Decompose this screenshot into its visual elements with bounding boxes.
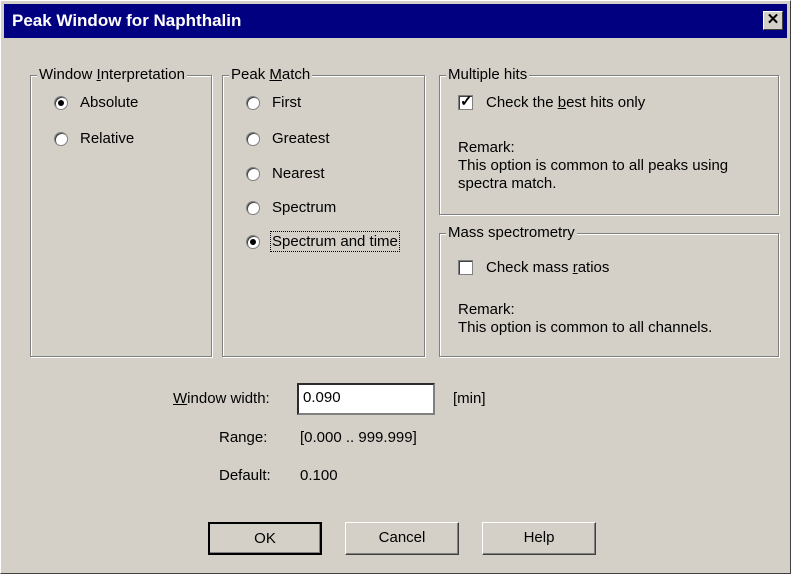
window-title: Peak Window for Naphthalin [12, 11, 242, 30]
best-hits-checkbox[interactable]: ✓ Check the best hits only [458, 93, 646, 111]
cancel-button[interactable]: Cancel [345, 522, 459, 555]
checkmark-icon: ✓ [460, 93, 473, 110]
multiple-hits-remark: Remark: This option is common to all pea… [458, 139, 728, 193]
radio-nearest[interactable]: Nearest [246, 165, 325, 182]
best-hits-checkbox-label: Check the best hits only [486, 94, 646, 111]
multiple-hits-label: Multiple hits [446, 66, 530, 83]
radio-spectrum-label: Spectrum [272, 199, 337, 216]
window-width-label: Window width: [173, 390, 270, 407]
peak-match-label: Peak Match [229, 66, 313, 83]
radio-first[interactable]: First [246, 94, 301, 111]
mass-spectrometry-remark-line1: This option is common to all channels. [458, 319, 713, 336]
radio-absolute[interactable]: Absolute [54, 94, 138, 111]
radio-absolute-label: Absolute [80, 94, 139, 111]
peak-match-group: Peak Match [222, 66, 425, 357]
mass-spectrometry-label: Mass spectrometry [446, 224, 577, 241]
window-interpretation-group: Window Interpretation [30, 66, 212, 357]
radio-first-control[interactable] [246, 95, 260, 110]
multiple-hits-remark-line1: This option is common to all peaks using [458, 157, 729, 174]
range-value: [0.000 .. 999.999] [300, 429, 417, 446]
radio-spectrum-and-time-label: Spectrum and time [270, 231, 400, 252]
multiple-hits-remark-title: Remark: [458, 139, 515, 156]
mass-spectrometry-remark: Remark: This option is common to all cha… [458, 301, 712, 337]
default-label: Default: [219, 467, 271, 484]
ok-button[interactable]: OK [208, 522, 322, 555]
range-label: Range: [219, 429, 268, 446]
mass-ratios-checkbox[interactable]: Check mass ratios [458, 259, 609, 276]
default-value: 0.100 [300, 467, 338, 484]
radio-first-label: First [272, 94, 302, 111]
radio-absolute-control[interactable] [54, 95, 68, 110]
help-button[interactable]: Help [482, 522, 596, 555]
radio-relative-label: Relative [80, 130, 135, 147]
radio-spectrum[interactable]: Spectrum [246, 199, 336, 216]
radio-nearest-label: Nearest [272, 165, 325, 182]
mass-ratios-checkbox-box[interactable] [458, 260, 473, 275]
radio-spectrum-and-time[interactable]: Spectrum and time [246, 231, 400, 252]
radio-greatest-control[interactable] [246, 131, 260, 146]
best-hits-checkbox-box[interactable]: ✓ [458, 93, 473, 110]
mass-ratios-checkbox-label: Check mass ratios [486, 259, 610, 276]
close-icon: ✕ [766, 11, 780, 28]
radio-nearest-control[interactable] [246, 166, 260, 181]
mass-spectrometry-remark-title: Remark: [458, 301, 515, 318]
radio-greatest-label: Greatest [272, 130, 330, 147]
window-interpretation-label: Window Interpretation [37, 66, 187, 83]
radio-relative[interactable]: Relative [54, 130, 134, 147]
close-button[interactable]: ✕ [763, 11, 783, 30]
window-width-input[interactable]: 0.090 [297, 383, 435, 415]
radio-spectrum-and-time-control[interactable] [246, 234, 260, 249]
title-bar[interactable]: Peak Window for Naphthalin ✕ [4, 4, 787, 38]
dialog-window: Peak Window for Naphthalin ✕ Window Inte… [0, 0, 791, 574]
window-width-unit: [min] [453, 390, 486, 407]
mass-spectrometry-group: Mass spectrometry [439, 224, 779, 357]
radio-greatest[interactable]: Greatest [246, 130, 330, 147]
radio-spectrum-control[interactable] [246, 200, 260, 215]
radio-relative-control[interactable] [54, 131, 68, 146]
multiple-hits-remark-line2: spectra match. [458, 175, 557, 192]
